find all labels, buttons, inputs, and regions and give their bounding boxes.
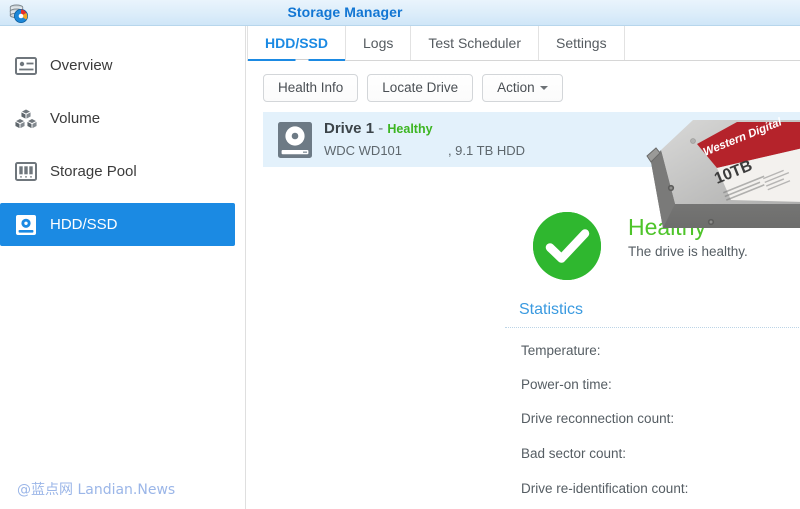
stat-row: Temperature: 32 °C / 90 °F <box>247 343 800 363</box>
health-info-label: Health Info <box>278 80 344 95</box>
sidebar-item-label: HDD/SSD <box>50 216 118 233</box>
storage-pool-icon <box>14 160 38 184</box>
drive-title-separator: - <box>374 120 388 137</box>
stat-row: Drive re-identification count: 0 <box>247 481 800 501</box>
drive-title: Drive 1 - Healthy <box>324 120 433 137</box>
tab-label: Logs <box>363 35 394 51</box>
sidebar-item-overview[interactable]: Overview <box>0 44 235 87</box>
locate-drive-button[interactable]: Locate Drive <box>367 74 474 102</box>
sidebar-item-storage-pool[interactable]: Storage Pool <box>0 150 235 193</box>
locate-drive-label: Locate Drive <box>382 80 459 95</box>
western-digital-drive-photo: Western Digital 10TB <box>645 100 800 248</box>
hdd-ssd-icon <box>14 213 38 237</box>
chevron-down-icon <box>539 86 548 91</box>
hard-drive-icon <box>277 121 313 159</box>
stat-label: Drive re-identification count: <box>521 481 689 496</box>
action-dropdown-button[interactable]: Action <box>482 74 563 102</box>
overview-icon <box>14 54 38 78</box>
drive-model-line: WDC WD101 , 9.1 TB HDD <box>324 143 526 158</box>
stat-label: Drive reconnection count: <box>521 411 675 426</box>
health-info-button[interactable]: Health Info <box>263 74 359 102</box>
sidebar-item-hdd-ssd[interactable]: HDD/SSD <box>0 203 235 246</box>
window-titlebar: Storage Manager <box>0 0 800 26</box>
stat-label: Temperature: <box>521 343 601 358</box>
stat-row: Drive reconnection count: 0 <box>247 411 800 431</box>
tab-label: Settings <box>555 35 607 51</box>
storage-manager-window: Storage Manager Overview Volume Storage … <box>0 0 800 509</box>
drive-status-badge: Healthy <box>387 122 433 136</box>
content-area: HDD/SSD Logs Test Scheduler Settings Hea… <box>247 26 800 509</box>
tab-settings[interactable]: Settings <box>539 26 625 60</box>
drive-name: Drive 1 <box>324 120 375 137</box>
statistics-divider <box>505 327 800 328</box>
stat-label: Bad sector count: <box>521 446 627 461</box>
sidebar: Overview Volume Storage Pool HDD/SSD <box>0 26 246 509</box>
stat-row: Power-on time: 28986 hours >3 Years <box>247 377 800 397</box>
sidebar-item-label: Volume <box>50 110 101 127</box>
tab-hdd-ssd[interactable]: HDD/SSD <box>247 26 347 61</box>
check-circle-icon <box>533 212 601 280</box>
watermark: @蓝点网 Landian.News <box>17 482 176 498</box>
window-title: Storage Manager <box>287 4 403 20</box>
tab-label: HDD/SSD <box>265 35 329 51</box>
volume-cubes-icon <box>14 107 38 131</box>
active-tab-caret-icon <box>295 60 309 67</box>
sidebar-item-volume[interactable]: Volume <box>0 97 235 140</box>
action-label: Action <box>497 80 535 95</box>
tabbar: HDD/SSD Logs Test Scheduler Settings <box>247 26 800 61</box>
tab-test-scheduler[interactable]: Test Scheduler <box>411 26 539 60</box>
toolbar: Health Info Locate Drive Action <box>263 74 563 102</box>
tab-label: Test Scheduler <box>428 35 521 51</box>
stat-row: Bad sector count: 0 <box>247 446 800 466</box>
statistics-heading: Statistics <box>519 301 584 318</box>
sidebar-item-label: Storage Pool <box>50 163 137 180</box>
sidebar-item-label: Overview <box>50 57 113 74</box>
stat-label: Power-on time: <box>521 377 612 392</box>
tab-logs[interactable]: Logs <box>346 26 412 60</box>
